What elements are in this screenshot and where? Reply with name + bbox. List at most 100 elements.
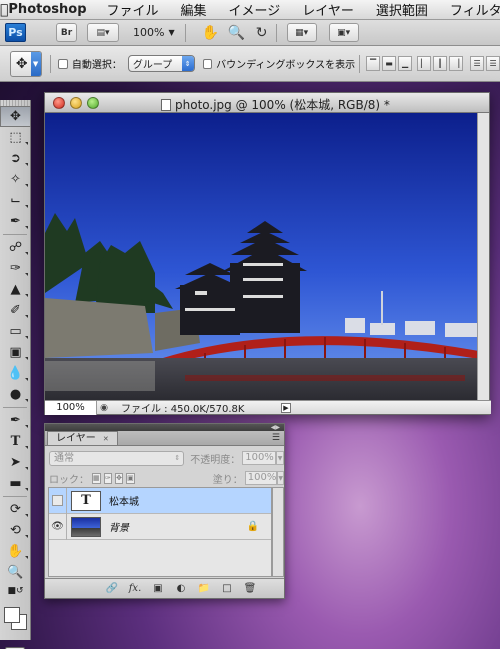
align-vcenter-button[interactable]: ▬ <box>382 56 397 71</box>
opacity-slider-arrow-icon[interactable]: ▼ <box>276 451 284 465</box>
pen-tool-button[interactable]: ✒ <box>0 410 31 431</box>
swap-colors-button[interactable]: ■↺ <box>0 583 31 599</box>
view-extras-button[interactable]: ▤▾ <box>87 23 119 42</box>
healing-brush-tool-button[interactable]: ☍ <box>0 237 31 258</box>
blur-tool-button[interactable]: 💧 <box>0 363 31 384</box>
gradient-tool-button[interactable]: ▣ <box>0 342 31 363</box>
menu-filter[interactable]: フィルタ <box>450 0 500 19</box>
layer-list-scrollbar[interactable] <box>272 487 284 577</box>
distribute-vcenter-button[interactable]: ☰ <box>486 56 500 71</box>
document-title-bar[interactable]: photo.jpg @ 100% (松本城, RGB/8) * <box>45 93 489 113</box>
photo-image <box>45 113 479 402</box>
close-window-button[interactable] <box>53 96 65 109</box>
minimize-window-button[interactable] <box>70 96 82 109</box>
type-tool-button[interactable]: T <box>0 431 31 452</box>
align-top-button[interactable]: ▔ <box>366 56 381 71</box>
app-menu[interactable]: Photoshop <box>8 2 86 17</box>
eyedropper-tool-button[interactable]: ✒ <box>0 211 31 232</box>
crop-tool-button[interactable]: ⌙ <box>0 190 31 211</box>
window-controls <box>53 96 99 109</box>
align-bottom-button[interactable]: ▁ <box>398 56 413 71</box>
fill-slider-arrow-icon[interactable]: ▼ <box>277 471 284 485</box>
blend-mode-select[interactable]: 通常 ⇕ <box>49 450 185 466</box>
brush-tool-button[interactable]: ✑ <box>0 258 31 279</box>
zoom-window-button[interactable] <box>87 96 99 109</box>
layer-list: T 松本城 👁 背景 🔒 <box>48 487 284 577</box>
hand-tool-button[interactable]: ✋ <box>0 541 31 562</box>
foreground-color-swatch[interactable] <box>4 607 20 623</box>
screen-mode-button[interactable]: ▣▾ <box>328 23 359 42</box>
rotate-view-icon[interactable]: ↻ <box>254 25 270 41</box>
layer-name[interactable]: 松本城 <box>109 493 139 508</box>
layer-name[interactable]: 背景 <box>109 519 129 534</box>
panel-menu-icon[interactable]: ☰ <box>272 433 280 443</box>
zoom-level-dropdown[interactable]: 100% ▼ <box>133 26 175 39</box>
status-menu-arrow-icon[interactable]: ▶ <box>281 402 291 413</box>
panel-header-strip[interactable]: ◀▶ <box>45 424 284 431</box>
new-layer-icon[interactable]: □ <box>220 583 234 594</box>
arrange-documents-button[interactable]: ▦▾ <box>286 23 317 42</box>
tool-preset-picker[interactable]: ✥ ▼ <box>10 50 42 77</box>
menu-edit[interactable]: 編集 <box>181 0 207 19</box>
new-group-icon[interactable]: 📁 <box>197 583 211 594</box>
eyedropper-icon: ✒ <box>10 214 21 229</box>
move-tool-button[interactable]: ✥ <box>0 106 31 127</box>
document-file-icon <box>161 98 171 111</box>
document-canvas[interactable] <box>45 113 479 402</box>
add-mask-icon[interactable]: ▣ <box>151 583 165 594</box>
menu-image[interactable]: イメージ <box>229 0 281 19</box>
link-layers-icon[interactable]: 🔗 <box>105 583 119 594</box>
align-right-button[interactable]: ▕ <box>449 56 464 71</box>
clone-stamp-tool-button[interactable]: ▲ <box>0 279 31 300</box>
move-tool-icon: ✥ <box>15 55 28 72</box>
3d-rotate-tool-button[interactable]: ⟳ <box>0 499 31 520</box>
align-hcenter-button[interactable]: ┃ <box>433 56 448 71</box>
launch-bridge-button[interactable]: Br <box>56 23 77 42</box>
lasso-tool-button[interactable]: ➲ <box>0 148 31 169</box>
menu-layer[interactable]: レイヤー <box>302 0 354 19</box>
history-brush-tool-button[interactable]: ✐ <box>0 300 31 321</box>
path-select-tool-button[interactable]: ➤ <box>0 452 31 473</box>
apple-menu-icon[interactable]:  <box>0 2 8 18</box>
separator <box>3 496 27 497</box>
opacity-field[interactable]: 100% <box>242 451 277 465</box>
shape-tool-button[interactable]: ▬ <box>0 473 31 494</box>
layer-style-icon[interactable]: fx. <box>128 583 142 594</box>
quick-select-tool-button[interactable]: ✧ <box>0 169 31 190</box>
dodge-tool-button[interactable]: ● <box>0 384 31 405</box>
distribute-top-button[interactable]: ☰ <box>470 56 485 71</box>
lock-all-icon[interactable]: ▣ <box>126 472 135 484</box>
align-left-button[interactable]: ▏ <box>417 56 432 71</box>
zoom-tool-button[interactable]: 🔍 <box>0 562 31 583</box>
zoom-tool-icon[interactable]: 🔍 <box>228 25 245 41</box>
tab-layers[interactable]: レイヤー ✕ <box>47 431 118 445</box>
menu-select[interactable]: 選択範囲 <box>376 0 428 19</box>
auto-select-dropdown[interactable]: グループ ⇕ <box>127 55 195 72</box>
dodge-icon: ● <box>9 387 22 402</box>
lock-fill-row: ロック： ▦ ✑ ✥ ▣ 塗り： 100% ▼ <box>45 468 284 488</box>
lasso-icon: ➲ <box>10 151 21 166</box>
adjustment-layer-icon[interactable]: ◐ <box>174 583 188 594</box>
eraser-tool-button[interactable]: ▭ <box>0 321 31 342</box>
menu-file[interactable]: ファイル <box>107 0 159 19</box>
lock-position-icon[interactable]: ✥ <box>114 472 124 484</box>
hand-tool-icon[interactable]: ✋ <box>202 25 219 41</box>
layer-row[interactable]: 👁 背景 🔒 <box>49 513 271 540</box>
status-info-icon[interactable]: ◉ <box>97 403 111 413</box>
fill-label: 塗り： <box>212 474 243 486</box>
marquee-tool-button[interactable]: ⬚ <box>0 127 31 148</box>
layer-visibility-toggle[interactable] <box>49 487 67 514</box>
fill-field[interactable]: 100% <box>244 471 278 485</box>
document-vertical-scrollbar[interactable] <box>477 113 489 402</box>
auto-select-checkbox[interactable] <box>58 58 68 69</box>
lock-transparency-icon[interactable]: ▦ <box>92 472 101 484</box>
3d-orbit-tool-button[interactable]: ⟲ <box>0 520 31 541</box>
layer-row[interactable]: T 松本城 <box>49 487 271 514</box>
delete-layer-icon[interactable]: 🗑 <box>243 583 257 594</box>
close-icon[interactable]: ✕ <box>103 435 109 443</box>
auto-select-value: グループ <box>132 60 173 71</box>
layer-visibility-toggle[interactable]: 👁 <box>49 513 67 540</box>
lock-image-icon[interactable]: ✑ <box>103 472 112 484</box>
show-bbox-checkbox[interactable] <box>202 58 213 69</box>
status-zoom-field[interactable]: 100% <box>45 400 97 415</box>
